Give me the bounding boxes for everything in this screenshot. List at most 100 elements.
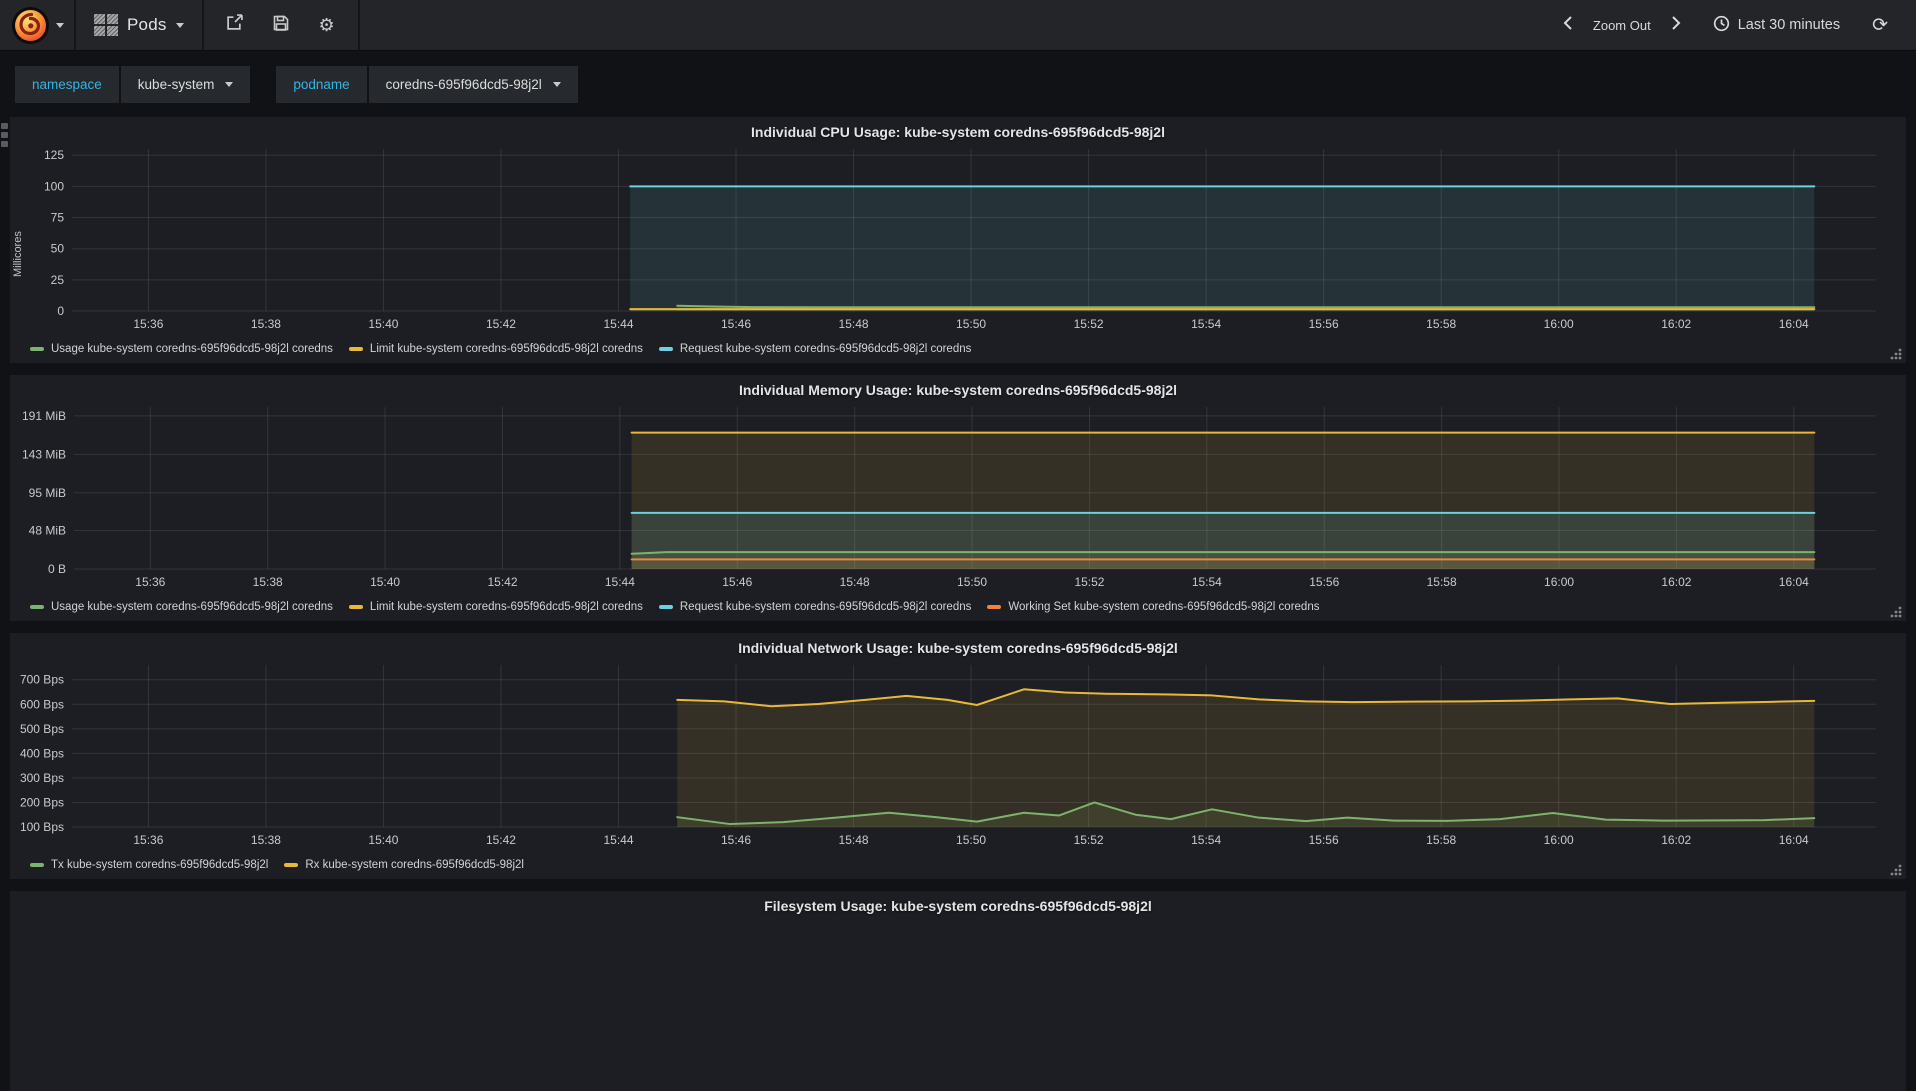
refresh-icon: ⟳: [1872, 14, 1888, 36]
chevron-right-icon: [1671, 15, 1681, 35]
zoom-out-button[interactable]: Zoom Out: [1583, 0, 1661, 50]
network-usage-chart[interactable]: 15:36 15:38 15:40 15:42 15:44 15:46 15:48 15:50…: [10, 659, 1906, 855]
chevron-left-icon: [1563, 15, 1573, 35]
svg-text:16:00: 16:00: [1544, 317, 1574, 331]
time-shift-back-button[interactable]: [1553, 0, 1583, 50]
legend-item[interactable]: Usage kube-system coredns-695f96dcd5-98j…: [30, 601, 333, 613]
legend-swatch-icon: [284, 863, 299, 867]
legend-item[interactable]: Rx kube-system coredns-695f96dcd5-98j2l: [284, 859, 524, 871]
svg-text:15:40: 15:40: [370, 575, 400, 589]
settings-button[interactable]: ⚙: [306, 0, 348, 50]
dropdown-caret-icon: [56, 22, 64, 28]
svg-text:15:48: 15:48: [840, 575, 870, 589]
legend-label: Limit kube-system coredns-695f96dcd5-98j…: [369, 601, 643, 613]
panel-memory: Individual Memory Usage: kube-system cor…: [10, 375, 1906, 621]
panel-resize-handle[interactable]: [1888, 862, 1903, 877]
dashboard-grid: Individual CPU Usage: kube-system coredn…: [0, 117, 1916, 1091]
legend-swatch-icon: [348, 347, 363, 351]
variable-namespace-value[interactable]: kube-system: [120, 65, 251, 103]
memory-legend: Usage kube-system coredns-695f96dcd5-98j…: [10, 597, 1906, 617]
time-shift-forward-button[interactable]: [1661, 0, 1691, 50]
panel-filesystem: Filesystem Usage: kube-system coredns-69…: [10, 891, 1906, 1091]
chart-canvas: 15:36 15:38 15:40 15:42 15:44 15:46 15:48 15:50…: [20, 665, 1876, 847]
svg-text:15:46: 15:46: [722, 575, 752, 589]
svg-text:16:02: 16:02: [1661, 833, 1691, 847]
variable-namespace-label: namespace: [15, 65, 119, 103]
legend-item[interactable]: Usage kube-system coredns-695f96dcd5-98j…: [30, 343, 333, 355]
svg-text:16:00: 16:00: [1544, 833, 1574, 847]
svg-text:15:52: 15:52: [1074, 575, 1104, 589]
svg-text:16:02: 16:02: [1661, 317, 1691, 331]
refresh-button[interactable]: ⟳: [1862, 0, 1898, 50]
panel-resize-handle[interactable]: [1888, 346, 1903, 361]
row-drag-handle[interactable]: [1, 123, 8, 147]
legend-label: Request kube-system coredns-695f96dcd5-9…: [679, 601, 972, 613]
y-axis-unit-label: Millicores: [12, 231, 24, 277]
panel-resize-handle[interactable]: [1888, 604, 1903, 619]
time-range-picker[interactable]: Last 30 minutes: [1703, 0, 1850, 50]
dashboard-title: Pods: [127, 15, 167, 34]
svg-text:15:40: 15:40: [368, 317, 398, 331]
svg-text:15:52: 15:52: [1074, 833, 1104, 847]
save-button[interactable]: [260, 0, 302, 50]
panel-cpu: Individual CPU Usage: kube-system coredn…: [10, 117, 1906, 363]
variable-podname-value[interactable]: coredns-695f96dcd5-98j2l: [368, 65, 578, 103]
legend-item[interactable]: Request kube-system coredns-695f96dcd5-9…: [658, 601, 972, 613]
dropdown-caret-icon: [552, 81, 561, 87]
share-button[interactable]: [214, 0, 256, 50]
legend-item[interactable]: Request kube-system coredns-695f96dcd5-9…: [658, 343, 971, 355]
panel-title[interactable]: Filesystem Usage: kube-system coredns-69…: [10, 895, 1906, 917]
panel-title[interactable]: Individual Network Usage: kube-system co…: [10, 637, 1906, 659]
svg-text:15:36: 15:36: [133, 317, 163, 331]
legend-swatch-icon: [30, 863, 44, 867]
variable-podname-current: coredns-695f96dcd5-98j2l: [385, 76, 542, 92]
legend-swatch-icon: [30, 605, 44, 609]
variable-podname: podname coredns-695f96dcd5-98j2l: [276, 65, 578, 103]
cpu-usage-chart[interactable]: 15:36 15:38 15:40 15:42 15:44 15:46 15:48 15:50…: [26, 143, 1906, 339]
svg-text:15:50: 15:50: [956, 317, 986, 331]
svg-text:400 Bps: 400 Bps: [20, 746, 64, 760]
legend-swatch-icon: [30, 347, 44, 351]
svg-text:15:58: 15:58: [1427, 575, 1457, 589]
svg-text:191 MiB: 191 MiB: [22, 409, 66, 423]
legend-item[interactable]: Tx kube-system coredns-695f96dcd5-98j2l: [30, 859, 268, 871]
legend-label: Rx kube-system coredns-695f96dcd5-98j2l: [305, 859, 524, 871]
grafana-logo-icon: [12, 6, 49, 44]
grafana-main-menu[interactable]: [0, 0, 76, 50]
dashboard-grid-icon: [94, 14, 118, 36]
chart-canvas: 15:36 15:38 15:40 15:42 15:44 15:46 15:48 15:50…: [22, 407, 1876, 589]
memory-usage-chart[interactable]: 15:36 15:38 15:40 15:42 15:44 15:46 15:48 15:50…: [10, 401, 1906, 597]
dropdown-caret-icon: [175, 22, 184, 28]
svg-text:15:42: 15:42: [487, 575, 517, 589]
svg-text:75: 75: [51, 211, 65, 225]
svg-text:16:04: 16:04: [1779, 575, 1809, 589]
svg-text:16:04: 16:04: [1779, 317, 1809, 331]
legend-item[interactable]: Working Set kube-system coredns-695f96dc…: [987, 601, 1319, 613]
svg-text:15:38: 15:38: [253, 575, 283, 589]
legend-label: Working Set kube-system coredns-695f96dc…: [1008, 601, 1320, 613]
svg-text:15:44: 15:44: [603, 317, 633, 331]
panel-title[interactable]: Individual CPU Usage: kube-system coredn…: [10, 121, 1906, 143]
svg-text:15:50: 15:50: [957, 575, 987, 589]
svg-text:100 Bps: 100 Bps: [20, 820, 64, 834]
svg-text:15:40: 15:40: [368, 833, 398, 847]
svg-text:15:48: 15:48: [839, 317, 869, 331]
share-icon: [226, 14, 243, 36]
svg-text:125: 125: [44, 148, 64, 162]
time-controls: Zoom Out Last 30 minutes ⟳: [1553, 0, 1916, 50]
dashboard-picker[interactable]: Pods: [76, 0, 204, 50]
legend-item[interactable]: Limit kube-system coredns-695f96dcd5-98j…: [348, 601, 643, 613]
legend-label: Limit kube-system coredns-695f96dcd5-98j…: [369, 343, 643, 355]
legend-swatch-icon: [658, 347, 673, 351]
svg-text:600 Bps: 600 Bps: [20, 697, 64, 711]
panel-title[interactable]: Individual Memory Usage: kube-system cor…: [10, 379, 1906, 401]
legend-item[interactable]: Limit kube-system coredns-695f96dcd5-98j…: [348, 343, 643, 355]
svg-text:15:58: 15:58: [1426, 317, 1456, 331]
legend-label: Usage kube-system coredns-695f96dcd5-98j…: [51, 343, 333, 355]
svg-text:15:56: 15:56: [1309, 833, 1339, 847]
legend-swatch-icon: [987, 605, 1002, 609]
svg-text:100: 100: [44, 179, 64, 193]
svg-text:15:50: 15:50: [956, 833, 986, 847]
svg-text:15:46: 15:46: [721, 317, 751, 331]
svg-text:15:54: 15:54: [1191, 317, 1221, 331]
